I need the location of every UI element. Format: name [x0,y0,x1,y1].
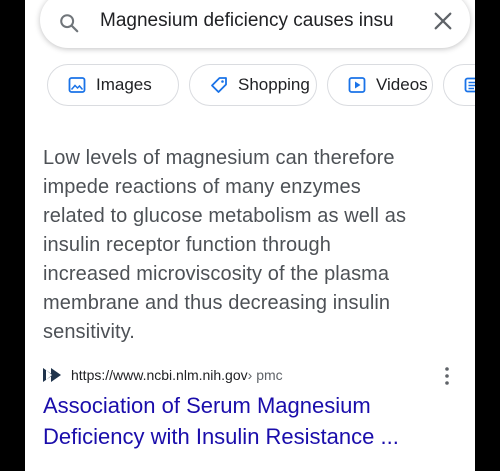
snippet-line: sensitivity. [43,321,135,343]
result-source[interactable]: https://www.ncbi.nlm.nih.gov › pmc [43,364,283,386]
result-title-link[interactable]: Association of Serum Magnesium Deficienc… [43,390,463,452]
snippet-line: increased microviscosity of the plasma [43,263,390,285]
featured-snippet-text: Low levels of magnesium can therefore im… [43,144,453,347]
more-options-icon[interactable] [443,366,451,386]
chip-shopping[interactable]: Shopping [189,64,317,106]
snippet-line: related to glucose metabolism as well as [43,205,407,227]
chip-label: Videos [376,75,428,94]
snippet-line: Low levels of magnesium can therefore [43,147,395,169]
chip-videos[interactable]: Videos [327,64,433,106]
tag-icon [211,77,227,93]
result-url[interactable]: https://www.ncbi.nlm.nih.gov [71,367,248,383]
result-title-line[interactable]: Deficiency with Insulin Resistance ... [43,421,463,452]
snippet-line: membrane and thus decreasing insulin [43,292,391,314]
result-breadcrumb: › pmc [247,367,283,383]
site-favicon-icon [43,368,61,382]
news-icon [464,77,475,93]
image-icon [68,77,86,93]
result-title-line[interactable]: Association of Serum Magnesium [43,390,463,421]
chip-label: Images [96,75,152,94]
search-bar[interactable]: Magnesium deficiency causes insu [40,0,470,48]
close-icon[interactable] [432,10,454,32]
search-input[interactable]: Magnesium deficiency causes insu [100,10,422,32]
snippet-line: insulin receptor function through [43,234,331,256]
chip-label: Shopping [238,75,310,94]
play-icon [348,77,366,93]
chip-images[interactable]: Images [47,64,179,106]
search-icon[interactable] [58,12,80,34]
chip-news[interactable]: Ne [443,64,475,106]
search-results-screen: Magnesium deficiency causes insu Images … [25,0,475,471]
snippet-line: impede reactions of many enzymes [43,176,361,198]
